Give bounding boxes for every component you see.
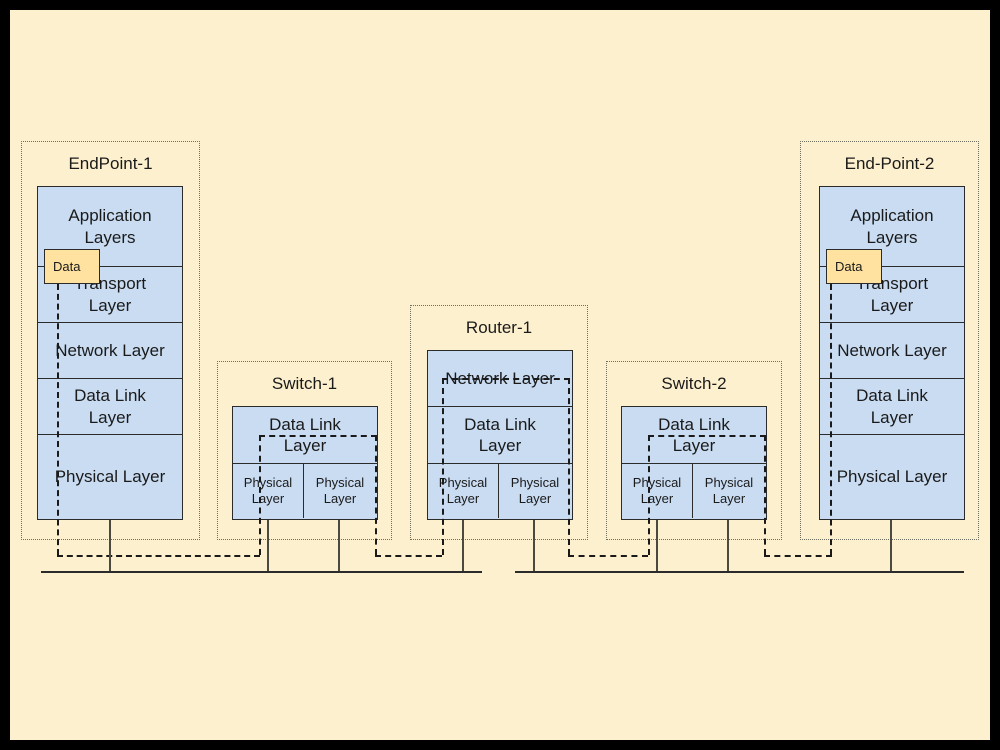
wire-switch-1-port-right-to-bus <box>338 520 340 572</box>
data-packet-endpoint-1[interactable]: Data <box>44 249 100 284</box>
flow-path-switch-2-up-left <box>648 435 650 555</box>
flow-path-endpoint-1-down <box>57 284 59 555</box>
flow-path-switch-1-to-router1 <box>375 555 442 557</box>
device-title-router-1: Router-1 <box>465 318 533 337</box>
flow-path-switch-1-across-top <box>259 435 377 437</box>
device-title-endpoint-1: EndPoint-1 <box>68 154 153 173</box>
data-packet-endpoint-2[interactable]: Data <box>826 249 882 284</box>
diagram-canvas: EndPoint-1 Application Layers Transport … <box>0 0 1000 750</box>
wire-switch-2-port-left-to-bus <box>656 520 658 572</box>
flow-path-router-1-down-right <box>568 378 570 555</box>
layer-stack-switch-1: Data Link Layer Physical Layer Physical … <box>232 406 378 520</box>
flow-path-switch-1-down-right <box>375 435 377 555</box>
device-title-switch-2: Switch-2 <box>661 374 727 393</box>
wire-endpoint-1-to-bus <box>109 520 111 572</box>
layer-endpoint-2-physical[interactable]: Physical Layer <box>820 435 964 518</box>
layer-endpoint-1-datalink[interactable]: Data Link Layer <box>38 379 182 435</box>
layer-stack-router-1: Network Layer Data Link Layer Physical L… <box>427 350 573 520</box>
flow-path-switch-2-to-endpoint2 <box>764 555 832 557</box>
wire-router-1-port-left-to-bus <box>462 520 464 572</box>
port-switch-2-physical-right[interactable]: Physical Layer <box>693 464 765 518</box>
flow-path-endpoint-2-up <box>830 284 832 555</box>
layer-endpoint-1-network[interactable]: Network Layer <box>38 323 182 379</box>
flow-path-switch-2-down-right <box>764 435 766 555</box>
flow-path-switch-1-up-left <box>259 435 261 555</box>
layer-endpoint-1-physical[interactable]: Physical Layer <box>38 435 182 518</box>
layer-endpoint-2-datalink[interactable]: Data Link Layer <box>820 379 964 435</box>
layer-router-1-datalink[interactable]: Data Link Layer <box>428 407 572 464</box>
layer-stack-endpoint-2: Application Layers Transport Layer Netwo… <box>819 186 965 520</box>
layer-endpoint-2-network[interactable]: Network Layer <box>820 323 964 379</box>
port-switch-1-physical-left[interactable]: Physical Layer <box>233 464 304 518</box>
port-router-1-physical-right[interactable]: Physical Layer <box>499 464 571 518</box>
network-bus-left <box>41 571 482 573</box>
flow-path-router-1-to-switch2 <box>568 555 648 557</box>
flow-path-switch-2-across-top <box>648 435 766 437</box>
port-switch-2-physical-left[interactable]: Physical Layer <box>622 464 693 518</box>
diagram-stage: EndPoint-1 Application Layers Transport … <box>10 10 990 740</box>
flow-path-router-1-across-top <box>442 378 570 380</box>
wire-switch-1-port-left-to-bus <box>267 520 269 572</box>
flow-path-router-1-up-left <box>442 378 444 555</box>
device-title-switch-1: Switch-1 <box>271 374 338 393</box>
layer-stack-switch-2: Data Link Layer Physical Layer Physical … <box>621 406 767 520</box>
flow-path-endpoint-1-to-switch1 <box>57 555 260 557</box>
wire-router-1-port-right-to-bus <box>533 520 535 572</box>
port-switch-1-physical-right[interactable]: Physical Layer <box>304 464 376 518</box>
port-router-1-physical-left[interactable]: Physical Layer <box>428 464 499 518</box>
wire-endpoint-2-to-bus <box>890 520 892 572</box>
device-title-endpoint-2: End-Point-2 <box>844 154 935 173</box>
wire-switch-2-port-right-to-bus <box>727 520 729 572</box>
network-bus-right <box>515 571 964 573</box>
